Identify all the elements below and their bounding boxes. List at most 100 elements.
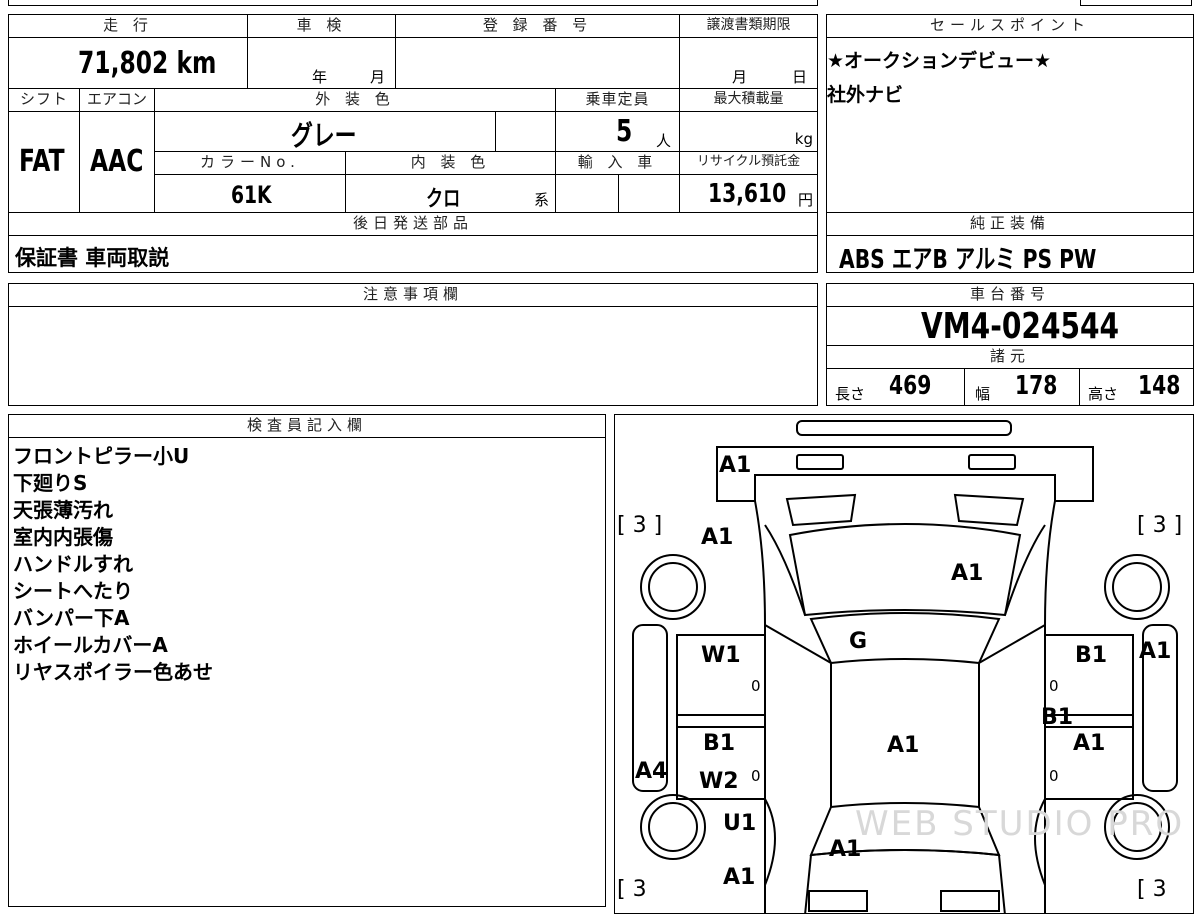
header-interior-color: 内 装 色 [345, 151, 556, 175]
header-aircon: エアコン [79, 88, 155, 112]
label-right-fender: A1 [1139, 639, 1172, 664]
label-left-side: A4 [635, 759, 668, 784]
inspector-note-4: 室内内張傷 [13, 525, 113, 549]
cell-transfer-deadline: 月 日 [679, 37, 818, 89]
sales-point-2: 社外ナビ [827, 84, 904, 106]
cell-spec-length: 長さ 469 [826, 368, 965, 406]
recycle-fee-value: 13,610 [708, 179, 787, 209]
width-value: 178 [1015, 371, 1058, 401]
capacity-unit: 人 [656, 132, 672, 150]
cell-shift: FAT [8, 111, 80, 213]
cell-exterior-color-extra [495, 111, 556, 152]
capacity-value: 5 [616, 114, 633, 149]
cell-later-parts: 保証書 車両取説 [8, 235, 818, 273]
header-inspector: 検査員記入欄 [8, 414, 606, 438]
cell-registration [395, 37, 680, 89]
zero-front-left: 0 [751, 677, 761, 695]
header-exterior-color: 外 装 色 [154, 88, 556, 112]
top-sliver [8, 0, 818, 6]
deadline-day-unit: 日 [792, 68, 808, 86]
cell-exterior-color: グレー [154, 111, 496, 152]
top-sliver-right [1080, 0, 1192, 6]
cell-import-b [618, 174, 680, 213]
inspection-month-unit: 月 [370, 68, 386, 86]
shift-value: FAT [19, 144, 65, 179]
later-parts-value: 保証書 車両取説 [15, 246, 170, 270]
cell-spec-width: 幅 178 [964, 368, 1080, 406]
zero-front-right: 0 [1049, 677, 1059, 695]
car-diagram: WEB STUDIO PRO [ 3 ] [ 3 ] [ 3 [ 3 A1 A1… [614, 414, 1194, 914]
inspector-note-2: 下廻りS [13, 471, 88, 495]
zero-rear-right: 0 [1049, 767, 1059, 785]
diagram-watermark: WEB STUDIO PRO [855, 804, 1184, 844]
genuine-equipment-value: ABS エアB アルミ PS PW [839, 245, 1097, 275]
zero-rear-left: 0 [751, 767, 761, 785]
color-no-value: 61K [231, 181, 272, 209]
inspector-note-1: フロントピラー小U [13, 444, 190, 468]
bracket-bottom-left: [ 3 [617, 877, 647, 902]
label-roof: A1 [887, 733, 920, 758]
inspector-note-7: バンパー下A [13, 606, 130, 630]
cell-chassis-no: VM4-024544 [826, 306, 1194, 347]
length-value: 469 [889, 371, 932, 401]
interior-suffix: 系 [534, 191, 550, 209]
header-inspection: 車 検 [247, 14, 396, 38]
cell-recycle-fee: 13,610 円 [679, 174, 818, 213]
cell-genuine-equipment: ABS エアB アルミ PS PW [826, 235, 1194, 275]
label-trunk: A1 [829, 837, 862, 862]
header-later-parts: 後日発送部品 [8, 212, 818, 236]
header-import: 輸 入 車 [555, 151, 680, 175]
header-sales-point: セールスポイント [826, 14, 1194, 38]
label-front-right-door: B1 [1075, 643, 1108, 668]
bracket-bottom-right: [ 3 [1137, 877, 1167, 902]
recycle-unit: 円 [797, 191, 813, 209]
header-specs: 諸元 [826, 345, 1194, 369]
header-chassis-no: 車台番号 [826, 283, 1194, 307]
label-front-left-door: W1 [701, 643, 741, 668]
header-transfer-deadline: 譲渡書類期限 [679, 14, 818, 38]
header-color-no: カラーNo. [154, 151, 346, 175]
cell-import-a [555, 174, 619, 213]
max-load-unit: kg [794, 130, 813, 148]
cell-aircon: AAC [79, 111, 155, 213]
label-rear-quarter: U1 [723, 811, 757, 836]
inspector-note-8: ホイールカバーA [13, 633, 168, 657]
label-windshield: G [849, 629, 868, 654]
label-front-bumper: A1 [719, 453, 752, 478]
header-genuine-equipment: 純正装備 [826, 212, 1194, 236]
chassis-no-value: VM4-024544 [921, 306, 1120, 347]
cell-max-load: kg [679, 111, 818, 152]
inspector-note-5: ハンドルすれ [13, 552, 133, 576]
cell-interior-color: クロ 系 [345, 174, 556, 213]
header-capacity: 乗車定員 [555, 88, 680, 112]
cell-sales-point: ★オークションデビュー★ 社外ナビ [826, 37, 1194, 213]
label-rear-bumper: A1 [723, 865, 756, 890]
exterior-color-value: グレー [291, 119, 357, 152]
cell-color-no: 61K [154, 174, 346, 213]
label-rear-left-lower: W2 [699, 769, 739, 794]
label-rear-right-upper: B1 [1041, 705, 1074, 730]
bracket-top-left: [ 3 ] [617, 513, 663, 538]
label-rear-left-door: B1 [703, 731, 736, 756]
header-shift: シフト [8, 88, 80, 112]
height-value: 148 [1138, 371, 1181, 401]
aircon-value: AAC [90, 144, 144, 179]
header-mileage: 走 行 [8, 14, 248, 38]
cell-notes [8, 306, 818, 406]
label-rear-right-door: A1 [1073, 731, 1106, 756]
length-label: 長さ [835, 385, 866, 403]
inspector-note-3: 天張薄汚れ [13, 498, 113, 522]
deadline-month-unit: 月 [732, 68, 748, 86]
sales-point-1: ★オークションデビュー★ [827, 50, 1052, 72]
bracket-top-right: [ 3 ] [1137, 513, 1183, 538]
cell-inspector: フロントピラー小U 下廻りS 天張薄汚れ 室内内張傷 ハンドルすれ シートへたり… [8, 437, 606, 907]
header-max-load: 最大積載量 [679, 88, 818, 112]
header-notes: 注意事項欄 [8, 283, 818, 307]
header-recycle-fee: リサイクル預託金 [679, 151, 818, 175]
label-hood-main: A1 [951, 561, 984, 586]
inspector-note-6: シートへたり [13, 579, 133, 603]
header-registration: 登 録 番 号 [395, 14, 680, 38]
mileage-value: 71,802 km [77, 46, 216, 81]
inspector-note-9: リヤスポイラー色あせ [13, 660, 213, 684]
cell-capacity: 5 人 [555, 111, 680, 152]
